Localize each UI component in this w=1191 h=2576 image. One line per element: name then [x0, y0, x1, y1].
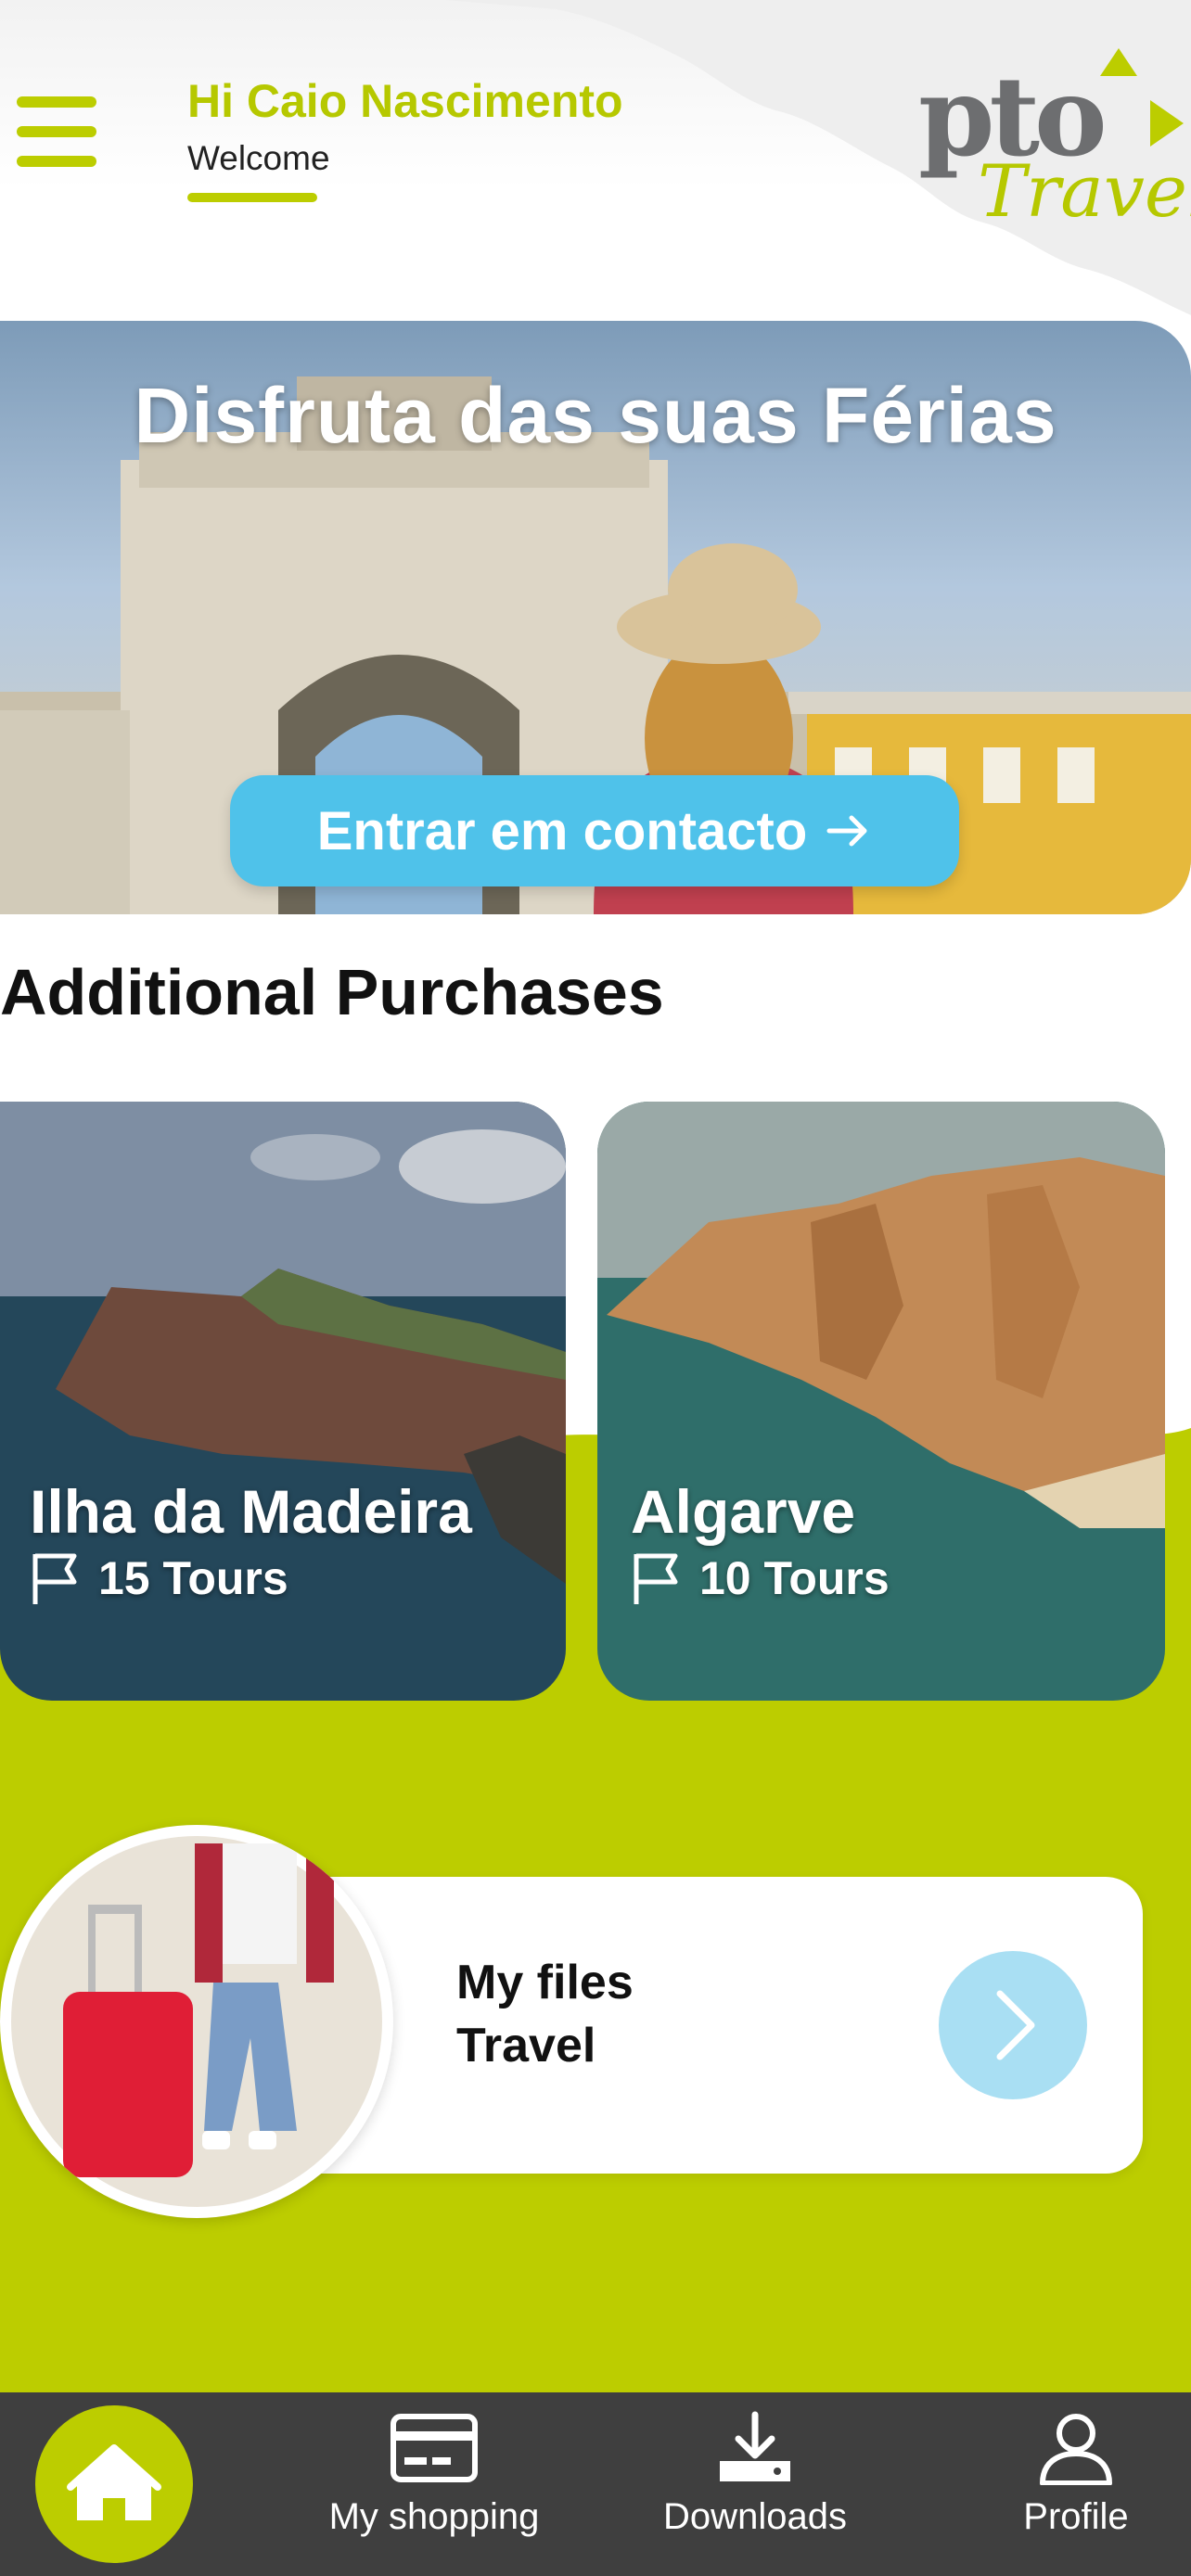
files-open-button[interactable] — [939, 1951, 1087, 2099]
files-photo — [0, 1825, 393, 2218]
credit-card-icon — [391, 2414, 478, 2482]
flag-icon — [32, 1553, 77, 1604]
destination-tours: 10 Tours — [631, 1550, 890, 1606]
destination-card-madeira[interactable]: Ilha da Madeira 15 Tours — [0, 1102, 566, 1701]
welcome-underline — [187, 193, 317, 202]
destination-tours: 15 Tours — [30, 1550, 288, 1606]
logo-text-travel: Travel — [978, 150, 1191, 234]
files-label-line1: My files — [456, 1956, 634, 2009]
hero-title: Disfruta das suas Férias — [134, 372, 1057, 459]
nav-label: Downloads — [663, 2496, 847, 2537]
logo-arrow-icon — [1150, 100, 1184, 147]
menu-icon[interactable] — [17, 96, 96, 169]
home-icon — [67, 2444, 161, 2520]
nav-downloads[interactable]: Downloads — [634, 2411, 876, 2569]
destination-name: Algarve — [631, 1477, 856, 1546]
tours-count: 10 Tours — [699, 1552, 890, 1604]
traveler-suitcase-image — [11, 1836, 382, 2207]
madeira-image — [0, 1102, 566, 1701]
chevron-right-icon — [996, 1990, 1035, 2060]
algarve-image — [597, 1102, 1165, 1701]
welcome-text: Welcome — [187, 139, 330, 177]
destination-name: Ilha da Madeira — [30, 1477, 472, 1546]
contact-button[interactable]: Entrar em contacto — [230, 775, 959, 886]
arrow-right-icon — [826, 815, 867, 847]
tours-count: 15 Tours — [98, 1552, 288, 1604]
files-label-line2: Travel — [456, 2019, 596, 2072]
user-icon — [1040, 2414, 1112, 2485]
nav-home[interactable] — [35, 2405, 193, 2563]
greeting-text: Hi Caio Nascimento — [187, 75, 623, 127]
contact-button-label: Entrar em contacto — [316, 800, 808, 861]
pto-travel-logo: pto Travel — [918, 48, 1191, 234]
nav-profile[interactable]: Profile — [955, 2411, 1191, 2569]
flag-icon — [634, 1553, 678, 1604]
nav-my-shopping[interactable]: My shopping — [314, 2411, 555, 2569]
my-files-label: My files Travel — [456, 1951, 634, 2077]
nav-label: Profile — [1023, 2496, 1129, 2537]
download-icon — [720, 2411, 790, 2481]
section-title-additional-purchases: Additional Purchases — [0, 956, 664, 1028]
logo-triangle-icon — [1100, 48, 1137, 76]
nav-label: My shopping — [328, 2496, 540, 2537]
destination-card-algarve[interactable]: Algarve 10 Tours — [597, 1102, 1165, 1701]
